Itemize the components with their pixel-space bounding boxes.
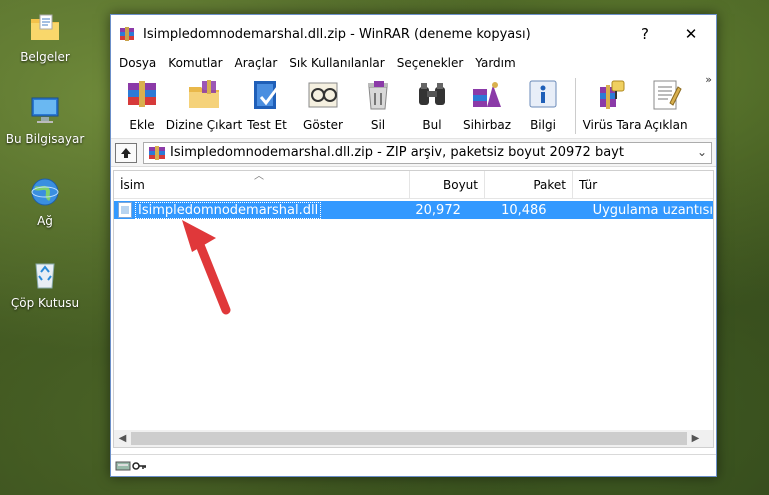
sort-ascending-icon: ︿ <box>254 171 264 182</box>
menu-options[interactable]: Seçenekler <box>391 56 470 70</box>
toolbar-info-button[interactable]: Bilgi <box>517 73 569 139</box>
toolbar-test-button[interactable]: Test Et <box>241 73 293 139</box>
chevron-down-icon[interactable]: ⌄ <box>697 145 707 159</box>
scrollbar-thumb[interactable] <box>131 432 687 445</box>
window-title: Isimpledomnodemarshal.dll.zip - WinRAR (… <box>143 26 531 42</box>
file-size: 20,972 <box>415 202 461 218</box>
desktop-icon-recycle-bin[interactable]: Çöp Kutusu <box>0 256 90 310</box>
toolbar-find-button[interactable]: Bul <box>407 73 457 139</box>
column-size[interactable]: Boyut <box>410 171 485 199</box>
recycle-bin-icon <box>35 263 55 289</box>
toolbar-add-button[interactable]: Ekle <box>117 73 167 139</box>
toolbar-overflow-icon[interactable]: » <box>705 73 712 86</box>
file-type: Uygulama uzantısı <box>592 202 713 218</box>
address-bar: Isimpledomnodemarshal.dll.zip - ZIP arşi… <box>111 139 716 167</box>
up-arrow-icon <box>121 147 131 158</box>
desktop-icon-label: Çöp Kutusu <box>10 296 80 310</box>
toolbar-view-button[interactable]: Göster <box>295 73 351 139</box>
horizontal-scrollbar[interactable]: ◀ ▶ <box>114 430 713 447</box>
find-icon <box>419 83 445 105</box>
add-archive-icon <box>128 81 156 107</box>
toolbar-delete-button[interactable]: Sil <box>353 73 403 139</box>
virus-scan-icon <box>600 80 625 109</box>
comment-icon <box>653 80 682 110</box>
menu-tools[interactable]: Araçlar <box>229 56 284 70</box>
desktop-icon-documents[interactable]: Belgeler <box>0 10 90 64</box>
menu-help[interactable]: Yardım <box>469 56 521 70</box>
column-packed[interactable]: Paket <box>485 171 573 199</box>
menu-commands[interactable]: Komutlar <box>162 56 228 70</box>
delete-icon <box>368 81 388 110</box>
column-header: ︿ İsim Boyut Paket Tür <box>114 171 713 199</box>
toolbar-extract-button[interactable]: Dizine Çıkart <box>166 73 242 139</box>
toolbar: Ekle Dizine Çıkart Test Et Göster Sil Bu… <box>111 73 716 139</box>
extract-to-icon <box>189 80 219 108</box>
help-button[interactable]: ? <box>622 15 668 53</box>
drive-key-icon <box>115 461 146 470</box>
menu-bar: Dosya Komutlar Araçlar Sık Kullanılanlar… <box>111 53 716 73</box>
test-icon <box>254 81 280 109</box>
column-type[interactable]: Tür <box>573 171 713 199</box>
dll-file-icon <box>118 202 132 218</box>
path-combobox[interactable]: Isimpledomnodemarshal.dll.zip - ZIP arşi… <box>143 141 712 164</box>
close-button[interactable]: ✕ <box>668 15 714 53</box>
view-icon <box>308 82 338 108</box>
desktop-icon-this-pc[interactable]: Bu Bilgisayar <box>0 92 90 146</box>
scroll-left-icon[interactable]: ◀ <box>114 430 131 447</box>
network-globe-icon <box>31 178 59 206</box>
path-text: Isimpledomnodemarshal.dll.zip - ZIP arşi… <box>170 145 624 160</box>
desktop-icon-label: Belgeler <box>20 50 70 64</box>
info-icon <box>529 80 557 108</box>
archive-icon <box>149 145 165 160</box>
documents-folder-icon <box>31 14 59 40</box>
wizard-icon <box>473 82 501 107</box>
title-bar[interactable]: Isimpledomnodemarshal.dll.zip - WinRAR (… <box>111 15 716 53</box>
toolbar-separator <box>575 78 576 134</box>
file-packed: 10,486 <box>501 202 547 218</box>
toolbar-virus-scan-button[interactable]: Virüs Tara <box>583 73 641 139</box>
status-bar <box>111 454 716 476</box>
desktop-icon-network[interactable]: Ağ <box>0 174 90 228</box>
scroll-right-icon[interactable]: ▶ <box>687 430 704 447</box>
up-folder-button[interactable] <box>115 142 137 163</box>
toolbar-comment-button[interactable]: Açıklan <box>642 73 690 139</box>
winrar-app-icon <box>120 27 134 41</box>
annotation-arrow-icon <box>182 220 231 315</box>
menu-file[interactable]: Dosya <box>113 56 162 70</box>
desktop-icon-label: Ağ <box>37 214 53 228</box>
computer-icon <box>31 97 59 123</box>
menu-favorites[interactable]: Sık Kullanılanlar <box>283 56 390 70</box>
file-name-cell: Isimpledomnodemarshal.dll <box>114 201 399 219</box>
desktop-icon-label: Bu Bilgisayar <box>5 132 85 146</box>
toolbar-wizard-button[interactable]: Sihirbaz <box>459 73 515 139</box>
